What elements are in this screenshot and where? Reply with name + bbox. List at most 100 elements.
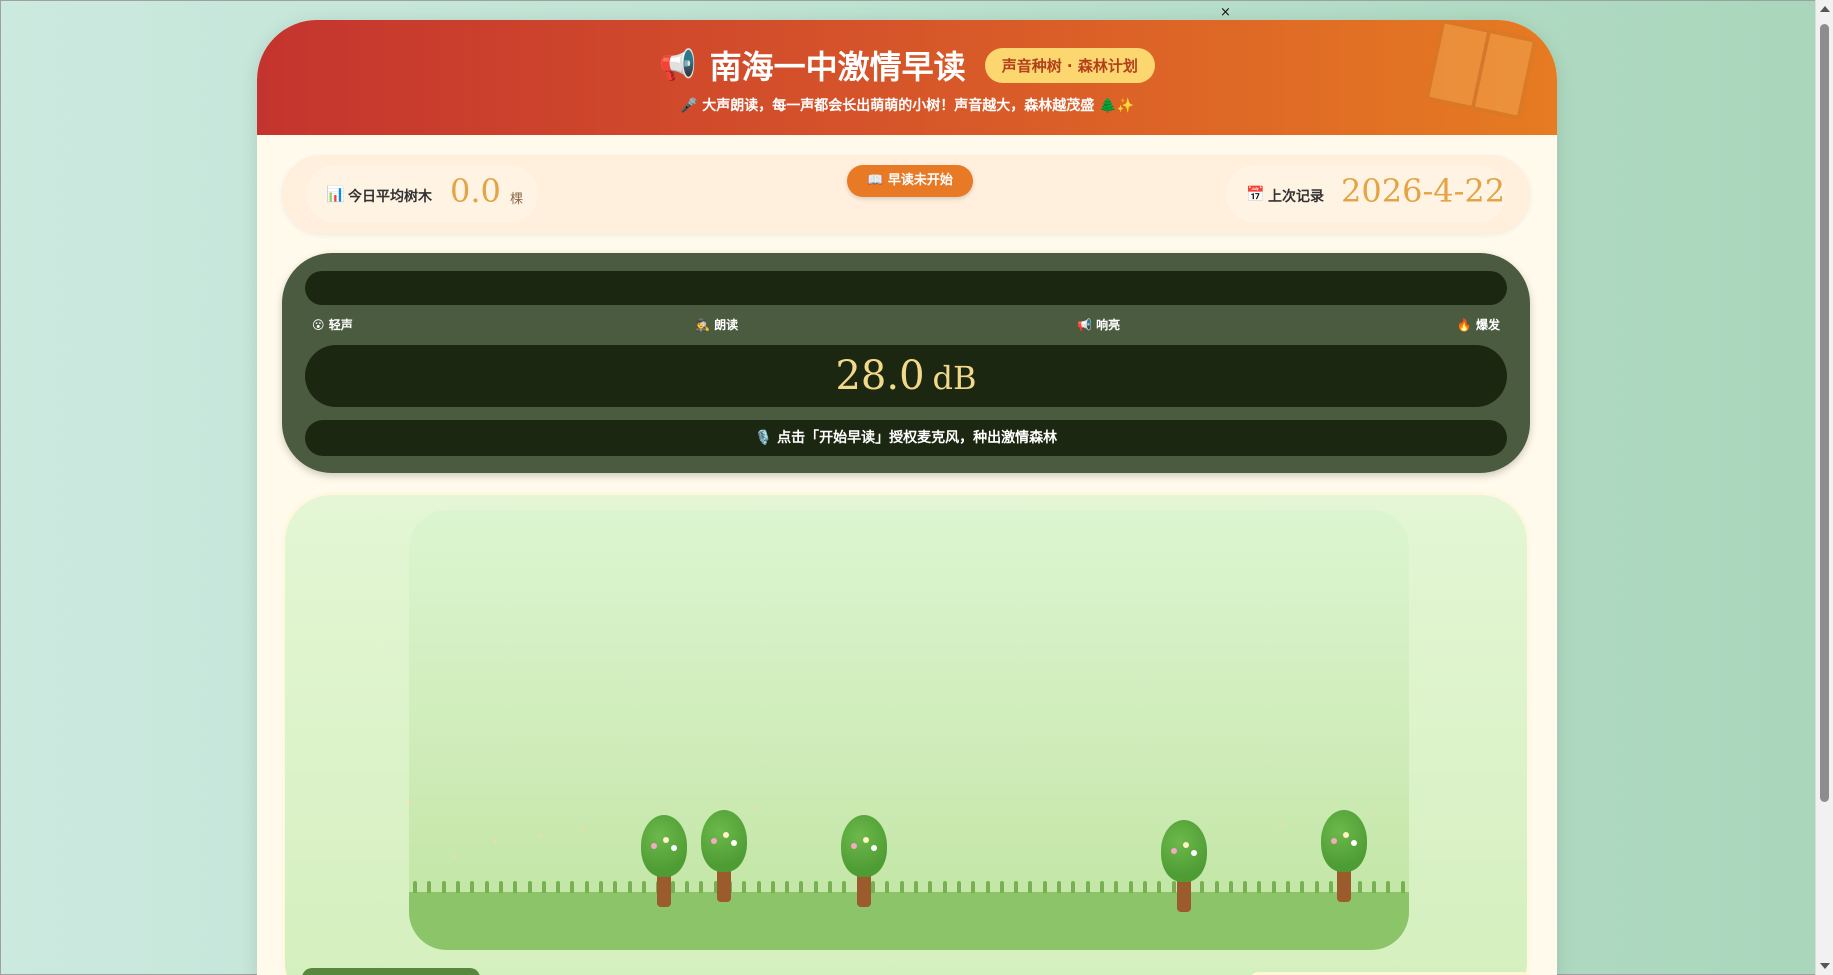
grass-blade [971, 881, 976, 893]
forest-panel [282, 492, 1530, 975]
grass-blade [470, 881, 475, 893]
tree-blossom [1351, 840, 1357, 846]
grass-blade [985, 881, 990, 893]
volume-meter-bar [305, 271, 1507, 305]
tree-blossom [663, 837, 669, 843]
grass-blade [785, 881, 790, 893]
grass-blade [1371, 881, 1376, 893]
title-row: 📢 南海一中激情早读 声音种树 · 森林计划 [257, 42, 1557, 88]
grass-blade [1100, 881, 1104, 893]
grass-blade [613, 881, 618, 893]
grass-blade [1386, 881, 1391, 893]
tree-crown [1161, 820, 1207, 882]
tree-blossom [1331, 838, 1337, 844]
grass-blade [513, 881, 518, 893]
grass-blade [1085, 881, 1090, 893]
scroll-down-icon[interactable] [1820, 963, 1830, 969]
tree-blossom [1171, 848, 1177, 854]
grass-blade [913, 881, 918, 893]
sparkle [494, 840, 497, 843]
grass-blade [498, 881, 503, 893]
grass-blade [1071, 881, 1076, 893]
level-loud: 📢 响亮 [1077, 318, 1121, 332]
tree [639, 815, 689, 907]
page-subtitle: 🎤 大声朗读，每一声都会长出萌萌的小树！声音越大，森林越茂盛 🌲✨ [679, 98, 1135, 114]
close-icon[interactable]: × [1220, 5, 1231, 20]
tree-blossom [671, 845, 677, 851]
header: 📢 南海一中激情早读 声音种树 · 森林计划 🎤 大声朗读，每一声都会长出萌萌的… [257, 20, 1557, 135]
tree-crown [641, 815, 687, 877]
grass-blade [541, 881, 546, 893]
last-record-stat: 📅 上次记录 2026-4-22 [1226, 165, 1506, 223]
grass-blade [1400, 881, 1405, 893]
tree-blossom [851, 843, 857, 849]
mic-hint: 🎙️ 点击「开始早读」授权麦克风，种出激情森林 [305, 420, 1507, 456]
level-soft: 😮 轻声 [312, 318, 353, 332]
calendar-icon: 📅 [1246, 185, 1265, 203]
avg-trees-unit: 棵 [510, 192, 524, 207]
stats-bar: 📊 今日平均树木 0.0 棵 📖 早读未开始 📅 上次记录 2026-4-22 [282, 155, 1530, 233]
sparkle [1369, 810, 1372, 813]
avg-trees-value: 0.0 [450, 172, 501, 210]
sparkle [1279, 825, 1282, 828]
volume-meter-panel: 😮 轻声 🕵 朗读 📢 响亮 🔥 爆发 28.0 dB 🎙️ 点击「开始早读」授权… [282, 253, 1530, 473]
grass-blade [899, 881, 904, 893]
tree [1319, 810, 1369, 902]
level-burst: 🔥 爆发 [1456, 318, 1500, 332]
scroll-up-icon[interactable] [1820, 6, 1830, 12]
ground [409, 892, 1409, 950]
tree-crown [841, 815, 887, 877]
last-record-value: 2026-4-22 [1341, 172, 1506, 210]
grass-blade [584, 881, 589, 893]
reading-status-badge[interactable]: 📖 早读未开始 [847, 165, 973, 197]
grass-blade [1286, 881, 1291, 893]
grass-blade [1142, 881, 1147, 893]
grass-row [413, 881, 1405, 895]
avg-trees-label: 今日平均树木 [348, 189, 432, 205]
grass-blade [1243, 881, 1248, 893]
grass-blade [799, 881, 804, 893]
grass-blade [1042, 881, 1047, 893]
grass-blade [441, 881, 446, 893]
decibel-value: 28.0 [835, 353, 925, 399]
bottom-tab[interactable] [302, 968, 480, 975]
scrollbar-thumb[interactable] [1820, 24, 1829, 802]
main-card: 📢 南海一中激情早读 声音种树 · 森林计划 🎤 大声朗读，每一声都会长出萌萌的… [257, 20, 1557, 975]
grass-blade [627, 881, 632, 893]
tree-blossom [863, 837, 869, 843]
grass-blade [455, 881, 460, 893]
tree-blossom [1191, 850, 1197, 856]
grass-blade [484, 881, 489, 893]
grass-blade [1028, 881, 1033, 893]
sparkle [409, 800, 412, 803]
page-title: 南海一中激情早读 [709, 48, 966, 86]
grass-blade [413, 881, 417, 893]
decibel-unit: dB [932, 359, 977, 397]
grass-blade [1257, 881, 1262, 893]
grass-blade [556, 881, 561, 893]
tree-crown [701, 810, 747, 872]
grass-blade [956, 881, 961, 893]
megaphone-icon: 📢 [659, 47, 697, 83]
decibel-readout: 28.0 dB [305, 345, 1507, 407]
last-record-label: 上次记录 [1268, 189, 1324, 205]
grass-blade [756, 881, 761, 893]
grass-blade [1057, 881, 1062, 893]
sparkle [754, 807, 757, 810]
tree-blossom [1183, 842, 1189, 848]
grass-blade [770, 881, 775, 893]
tree-blossom [731, 840, 737, 846]
sparkle [539, 835, 542, 838]
grass-blade [1300, 881, 1305, 893]
grass-blade [1014, 881, 1019, 893]
tree [839, 815, 889, 907]
grass-blade [999, 881, 1004, 893]
tree-blossom [651, 843, 657, 849]
grass-blade [1271, 881, 1276, 893]
vertical-scrollbar[interactable] [1815, 0, 1833, 975]
grass-blade [813, 881, 818, 893]
grass-blade [427, 881, 432, 893]
grass-blade [828, 881, 833, 893]
sparkle [581, 828, 584, 831]
grass-blade [1128, 881, 1133, 893]
